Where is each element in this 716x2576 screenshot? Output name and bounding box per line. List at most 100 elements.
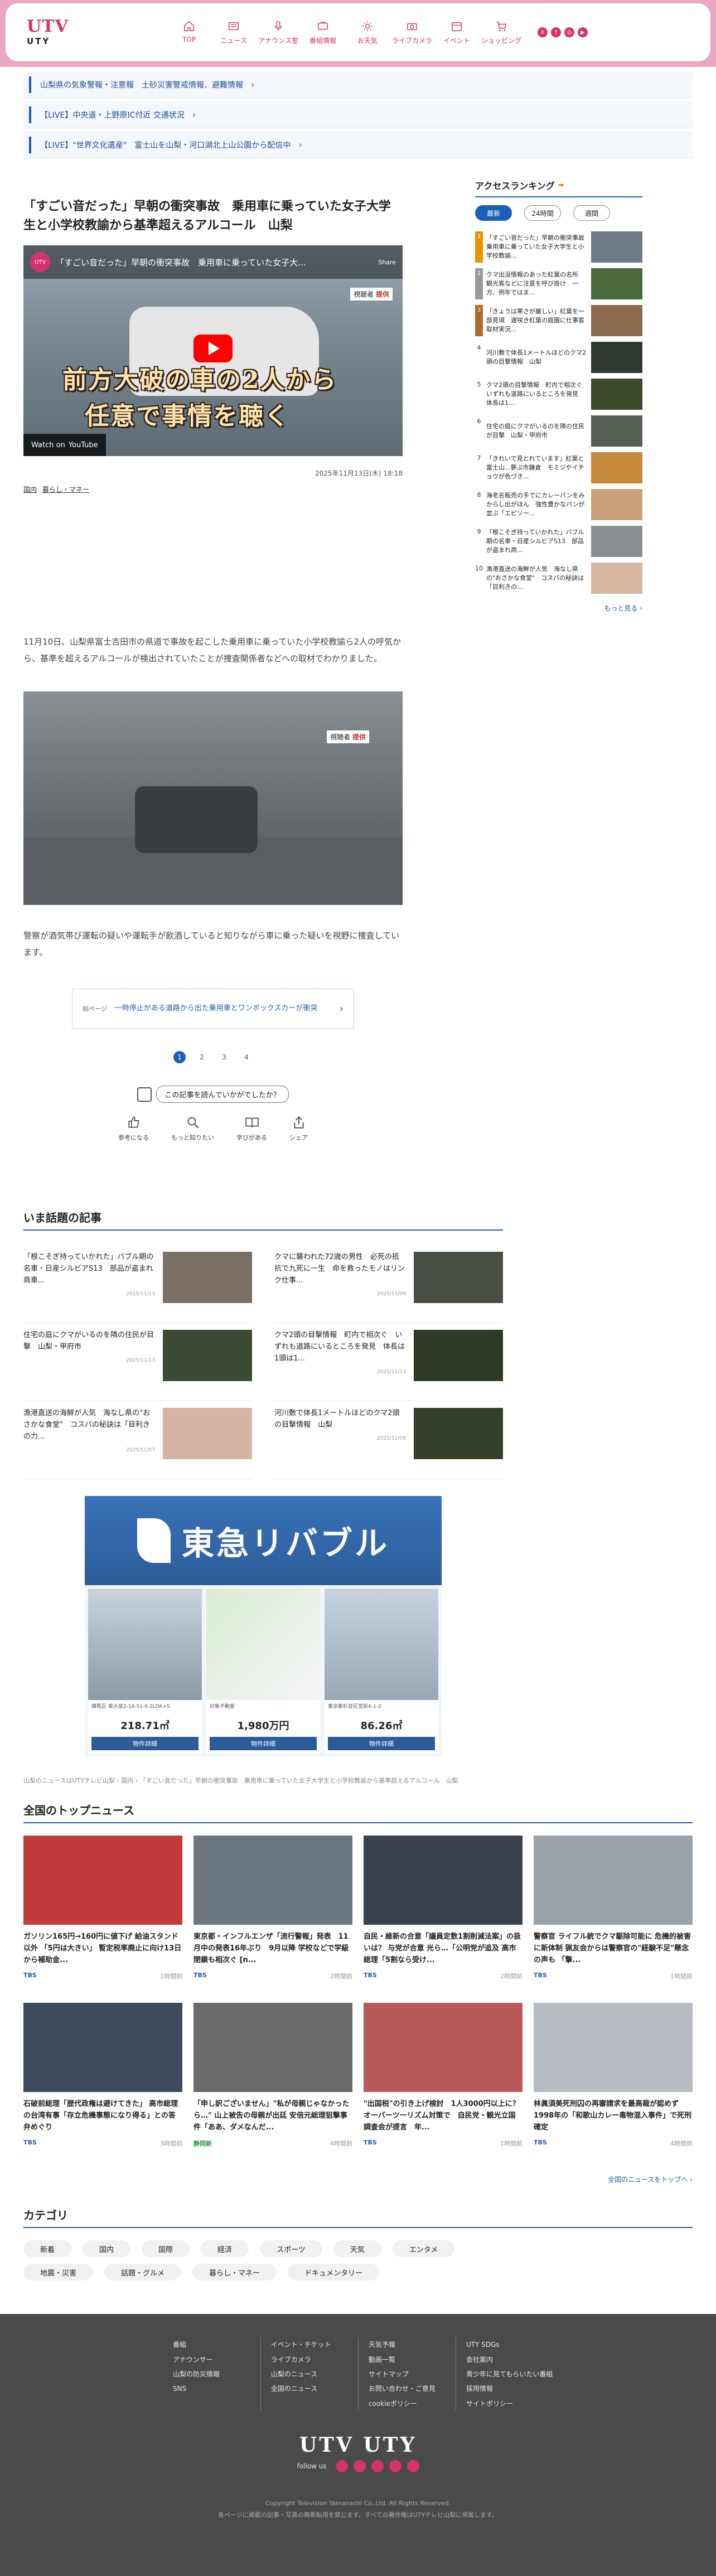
footer-link[interactable]: 山梨の防災情報 bbox=[173, 2367, 260, 2381]
footer-link[interactable]: UTY SDGs bbox=[466, 2337, 553, 2352]
nav-news[interactable]: ニュース bbox=[214, 20, 253, 45]
national-news-card[interactable]: 警察官 ライフル銃でクマ駆除可能に 危機的被害に新体制 猟友会からは警察官の"経… bbox=[534, 1836, 693, 2003]
category-link[interactable]: 国内 bbox=[23, 486, 37, 493]
channel-avatar[interactable]: UTV bbox=[30, 252, 50, 273]
footer-link[interactable]: 番組 bbox=[173, 2337, 260, 2352]
footer-link[interactable]: 動画一覧 bbox=[369, 2352, 456, 2367]
footer-link[interactable]: SNS bbox=[173, 2381, 260, 2396]
line-icon[interactable] bbox=[407, 2460, 419, 2473]
category-chip[interactable]: ドキュメンタリー bbox=[288, 2264, 380, 2281]
footer-link[interactable]: イベント・チケット bbox=[271, 2337, 358, 2352]
ranking-item[interactable]: 9 「根こそぎ持っていかれた」バブル期の名車・日産シルビアS13 部品が盗まれ商.… bbox=[475, 523, 642, 560]
topic-card[interactable]: 住宅の庭にクマがいるのを隣の住民が目撃 山梨・甲府市 2025/11/13 bbox=[23, 1323, 252, 1402]
topic-card[interactable]: クマ2頭の目撃情報 町内で相次ぐ いずれも道路にいるところを発見 体長は1頭は1… bbox=[274, 1323, 503, 1402]
nav-livecam[interactable]: ライブカメラ bbox=[392, 20, 432, 45]
share-button[interactable]: Share bbox=[378, 259, 396, 266]
site-logo[interactable]: UTV UTY bbox=[27, 13, 80, 52]
category-chip[interactable]: 新着 bbox=[23, 2240, 72, 2258]
topic-card[interactable]: 河川敷で体長1メートルほどのクマ2頭の目撃情報 山梨 2025/11/09 bbox=[274, 1401, 503, 1480]
feedback-learn-button[interactable]: 学びがある bbox=[236, 1115, 267, 1142]
previous-page-link[interactable]: 前ページ 一時停止がある道路から出た乗用車とワンボックスカーが衝突 › bbox=[72, 989, 354, 1029]
topic-card[interactable]: クマに襲われた72歳の男性 必死の抵抗で九死に一生 命を救ったモノはリンク仕事.… bbox=[274, 1245, 503, 1324]
watch-on-youtube[interactable]: Watch on YouTube bbox=[23, 434, 106, 457]
ad-card[interactable]: 対象不動産 1,980万円 物件詳細 bbox=[206, 1589, 320, 1754]
facebook-icon[interactable] bbox=[353, 2460, 366, 2473]
ad-banner[interactable]: 東急リバブル 練馬区 東大泉2-18-51-8 2LDK+S 218.71㎡ 物… bbox=[85, 1496, 442, 1765]
ranking-item[interactable]: 10 漁港直送の海鮮が人気 海なし県の"おさかな食堂" コスパの秘訣は「目利きの.… bbox=[475, 560, 642, 597]
ad-card[interactable]: 練馬区 東大泉2-18-51-8 2LDK+S 218.71㎡ 物件詳細 bbox=[88, 1589, 202, 1754]
footer-link[interactable]: お問い合わせ・ご意見 bbox=[369, 2381, 456, 2396]
x-icon[interactable] bbox=[335, 2460, 348, 2473]
share-button[interactable]: シェア bbox=[289, 1115, 308, 1142]
national-news-card[interactable]: 「申し訳ございません」"私が母親じゃなかったら…" 山上被告の母親が出廷 安倍元… bbox=[193, 2003, 352, 2170]
page-2[interactable]: 2 bbox=[196, 1051, 208, 1063]
facebook-icon[interactable]: f bbox=[551, 27, 561, 37]
footer-link[interactable]: アナウンサー bbox=[173, 2352, 260, 2367]
alert-live-fuji[interactable]: 【LIVE】"世界文化遺産" 富士山を山梨・河口湖北上山公園から配信中 › bbox=[23, 132, 693, 158]
footer-link[interactable]: 青少年に見てもらいたい番組 bbox=[466, 2367, 553, 2381]
video-player[interactable]: UTV 「すごい音だった」早朝の衝突事故 乗用車に乗っていた女子大... Sha… bbox=[23, 245, 403, 457]
topic-card[interactable]: 「根こそぎ持っていかれた」バブル期の名車・日産シルビアS13 部品が盗まれ商車.… bbox=[23, 1245, 252, 1324]
tab-24h[interactable]: 24時間 bbox=[524, 205, 561, 221]
category-chip[interactable]: 経済 bbox=[201, 2240, 249, 2258]
ranking-item[interactable]: 8 海老名販売の手でにカレーパンをみからし出がほん 強性豊かなパンが並ぶ「エピソー… bbox=[475, 486, 642, 523]
video-title[interactable]: 「すごい音だった」早朝の衝突事故 乗用車に乗っていた女子大... bbox=[56, 256, 372, 268]
nav-shopping[interactable]: ショッピング bbox=[481, 20, 521, 45]
page-4[interactable]: 4 bbox=[240, 1051, 253, 1063]
footer-link[interactable]: サイトポリシー bbox=[466, 2396, 553, 2411]
national-news-more-link[interactable]: 全国のニュースをトップへ › bbox=[23, 2175, 693, 2184]
breadcrumb[interactable]: 山梨のニュースはUTYテレビ山梨 › 国内 › 「すごい音だった」早朝の衝突事故… bbox=[23, 1776, 693, 1785]
category-chip[interactable]: 国際 bbox=[142, 2240, 190, 2258]
alert-live-traffic[interactable]: 【LIVE】中央道・上野原IC付近 交通状況 › bbox=[23, 101, 693, 128]
instagram-icon[interactable] bbox=[371, 2460, 384, 2473]
footer-link[interactable]: 山梨のニュース bbox=[271, 2367, 358, 2381]
topic-card[interactable]: 漁港直送の海鮮が人気 海なし県の"おさかな食堂" コスパの秘訣は「目利きの力..… bbox=[23, 1401, 252, 1480]
footer-link[interactable]: cookieポリシー bbox=[369, 2396, 456, 2411]
ranking-item[interactable]: 5 クマ2頭の目撃情報 町内で相次ぐ いずれも道路にいるところを発見 体長は1..… bbox=[475, 376, 642, 413]
nav-events[interactable]: イベント bbox=[437, 20, 476, 45]
nav-programs[interactable]: 番組情報 bbox=[303, 20, 342, 45]
category-chip[interactable]: 天気 bbox=[333, 2240, 381, 2258]
ranking-more-link[interactable]: もっと見る › bbox=[475, 603, 642, 613]
ranking-item[interactable]: 3 「きょうは寒さが厳しい」紅葉を一部見頃 遅咲き紅葉の庭園に仕事客取材実況... bbox=[475, 302, 642, 339]
ranking-item[interactable]: 6 住宅の庭にクマがいるのを隣の住民が目撃 山梨・甲府市 bbox=[475, 413, 642, 449]
footer-link[interactable]: サイトマップ bbox=[369, 2367, 456, 2381]
national-news-card[interactable]: 林眞須美死刑囚の再審請求を最高裁が認めず 1998年の「和歌山カレー毒物混入事件… bbox=[534, 2003, 693, 2170]
category-chip[interactable]: 話題・グルメ bbox=[104, 2264, 182, 2281]
category-chip[interactable]: スポーツ bbox=[260, 2240, 322, 2258]
instagram-icon[interactable]: ◎ bbox=[564, 27, 574, 37]
national-news-card[interactable]: ガソリン165円→160円に値下げ 給油スタンド以外 「5円は大きい」 暫定税率… bbox=[23, 1836, 182, 2003]
nav-announcers[interactable]: アナウンス室 bbox=[258, 20, 298, 45]
footer-link[interactable]: 採用情報 bbox=[466, 2381, 553, 2396]
youtube-icon[interactable]: ▶ bbox=[578, 27, 588, 37]
category-chip[interactable]: 暮らし・マネー bbox=[192, 2264, 277, 2281]
footer-link[interactable]: 天気予報 bbox=[369, 2337, 456, 2352]
ranking-item[interactable]: 2 クマ出没情報のあった紅葉の名所 観光客などに注意を呼び掛け 一方、例年ではま.… bbox=[475, 265, 642, 302]
ad-detail-button[interactable]: 物件詳細 bbox=[328, 1737, 435, 1751]
category-chip[interactable]: エンタメ bbox=[392, 2240, 455, 2258]
play-button[interactable] bbox=[193, 335, 233, 363]
ranking-item[interactable]: 4 河川敷で体長1メートルほどのクマ2頭の目撃情報 山梨 bbox=[475, 339, 642, 376]
national-news-card[interactable]: 東京都・インフルエンザ「流行警報」発表 11月中の発表16年ぶり 9月以降 学校… bbox=[193, 1836, 352, 2003]
footer-link[interactable]: 会社案内 bbox=[466, 2352, 553, 2367]
youtube-icon[interactable] bbox=[389, 2460, 401, 2473]
nav-weather[interactable]: お天気 bbox=[348, 20, 387, 45]
footer-link[interactable]: 全国のニュース bbox=[271, 2381, 358, 2396]
feedback-more-button[interactable]: もっと知りたい bbox=[171, 1115, 214, 1142]
national-news-card[interactable]: 自民・維新の合意「議員定数1割削減法案」の扱いは？ 与党が合意 光ら…「公明党が… bbox=[364, 1836, 523, 2003]
nav-top[interactable]: TOP bbox=[170, 20, 209, 45]
ad-detail-button[interactable]: 物件詳細 bbox=[91, 1737, 199, 1751]
page-3[interactable]: 3 bbox=[218, 1051, 230, 1063]
national-news-card[interactable]: "出国税"の引き上げ検討 1人3000円以上に？ オーバーツーリズム対策で 自民… bbox=[364, 2003, 523, 2170]
ad-card[interactable]: 東京都杉並区宮前4-1-2 86.26㎡ 物件詳細 bbox=[325, 1589, 438, 1754]
tab-weekly[interactable]: 週間 bbox=[573, 205, 610, 221]
page-1[interactable]: 1 bbox=[173, 1051, 186, 1064]
national-news-card[interactable]: 石破前総理「歴代政権は避けてきた」 高市総理の台湾有事「存立危機事態になり得る」… bbox=[23, 2003, 182, 2170]
footer-link[interactable]: ライブカメラ bbox=[271, 2352, 358, 2367]
category-link[interactable]: 暮らし・マネー bbox=[42, 486, 89, 493]
footer-logo[interactable]: UTV UTY bbox=[0, 2433, 716, 2457]
alert-weather-warning[interactable]: 山梨県の気象警報・注意報 土砂災害警戒情報、避難情報 › bbox=[23, 71, 693, 98]
category-chip[interactable]: 国内 bbox=[83, 2240, 131, 2258]
ranking-item[interactable]: 1 「すごい音だった」早朝の衝突事故 乗用車に乗っていた女子大学生と小学校教諭..… bbox=[475, 229, 642, 265]
tab-latest[interactable]: 最新 bbox=[475, 205, 512, 221]
